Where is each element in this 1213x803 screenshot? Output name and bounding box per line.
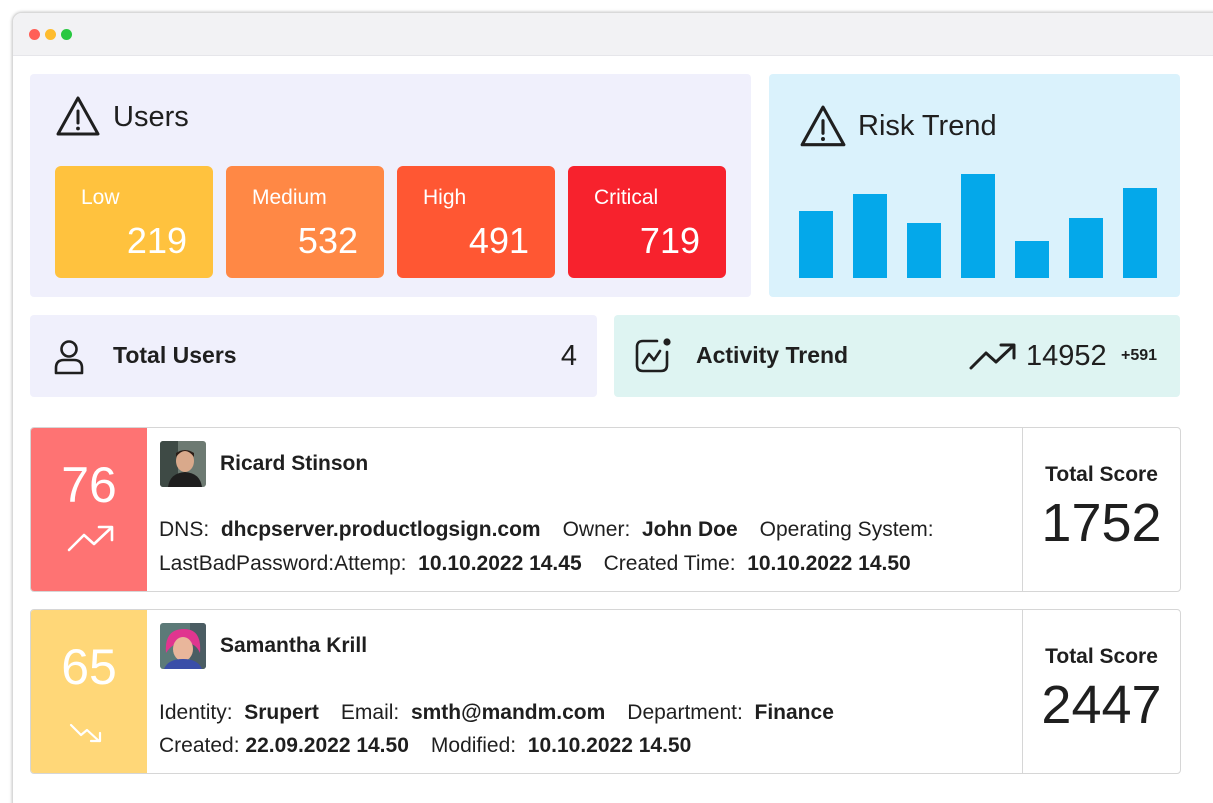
severity-label: High [423, 186, 467, 209]
severity-label: Low [81, 186, 120, 209]
user-details-line-1: Identity: Srupert Email: smth@mandm.com De… [159, 701, 834, 725]
maximize-window-button[interactable] [61, 29, 72, 40]
risk-trend-bar [1123, 188, 1157, 278]
detail-value: Srupert [244, 701, 319, 724]
user-details-line-1: DNS: dhcpserver.productlogsign.com Owner:… [159, 518, 945, 542]
user-details-line-2: Created: 22.09.2022 14.50 Modified: 10.10… [159, 734, 691, 758]
risk-score-box: 76 [31, 428, 147, 591]
risk-score: 76 [61, 457, 117, 513]
total-users-panel: Total Users 4 [30, 315, 597, 397]
activity-chart-icon [635, 338, 671, 373]
total-score-box: Total Score 1752 [1022, 428, 1180, 591]
risk-score: 65 [61, 639, 117, 695]
detail-value: 22.09.2022 14.50 [245, 734, 409, 757]
detail-key: Modified: [430, 734, 517, 757]
detail-key: Email: [340, 701, 400, 724]
severity-card-low[interactable]: Low 219 [55, 166, 213, 278]
risk-trend-bar [853, 194, 887, 278]
trending-up-icon [969, 343, 1016, 370]
detail-value: 10.10.2022 14.50 [747, 552, 911, 575]
trending-up-icon [67, 525, 114, 552]
detail-key: LastBadPassword:Attemp: [159, 552, 407, 575]
risk-score-box: 65 [31, 610, 147, 773]
user-card[interactable]: 76 Ricard Stinson DNS: dhcpserver.produc… [30, 427, 1181, 592]
activity-trend-label: Activity Trend [696, 342, 849, 368]
minimize-window-button[interactable] [45, 29, 56, 40]
users-panel: Users Low 219 Medium 532 High 491 Critic… [30, 74, 751, 297]
total-score-value: 1752 [1041, 493, 1162, 553]
detail-value: John Doe [641, 518, 738, 541]
total-users-value: 4 [560, 340, 577, 372]
users-title: Users [113, 101, 189, 133]
user-details-line-2: LastBadPassword:Attemp: 10.10.2022 14.45… [159, 552, 911, 576]
risk-trend-panel: Risk Trend [769, 74, 1180, 297]
total-score-label: Total Score [1045, 463, 1158, 486]
detail-key: Department: [627, 701, 743, 724]
total-score-box: Total Score 2447 [1022, 610, 1180, 773]
detail-key: Identity: [159, 701, 233, 724]
title-bar [13, 13, 1213, 56]
detail-value: smth@mandm.com [410, 701, 606, 724]
risk-trend-bar [799, 211, 833, 278]
risk-trend-bar [1069, 218, 1103, 278]
total-score-value: 2447 [1041, 675, 1162, 735]
severity-label: Medium [252, 186, 327, 209]
risk-trend-bar [1015, 241, 1049, 278]
activity-trend-value: 14952 [1026, 340, 1107, 372]
trending-down-icon [69, 723, 102, 743]
risk-trend-chart [769, 74, 1180, 297]
severity-value: 219 [126, 220, 187, 261]
user-name: Ricard Stinson [220, 452, 369, 475]
detail-key: Created Time: [603, 552, 736, 575]
severity-card-high[interactable]: High 491 [397, 166, 555, 278]
warning-icon [56, 96, 100, 136]
user-name: Samantha Krill [220, 634, 368, 657]
close-window-button[interactable] [29, 29, 40, 40]
activity-trend-delta: +591 [1121, 347, 1158, 364]
risk-trend-bar [961, 174, 995, 278]
total-users-label: Total Users [113, 342, 237, 368]
activity-trend-panel: Activity Trend 14952 +591 [614, 315, 1180, 397]
severity-value: 532 [297, 220, 358, 261]
detail-value: 10.10.2022 14.50 [527, 734, 692, 757]
severity-value: 719 [639, 220, 700, 261]
severity-card-critical[interactable]: Critical 719 [568, 166, 726, 278]
risk-trend-bar [907, 223, 941, 278]
total-score-label: Total Score [1045, 645, 1158, 668]
detail-key: Owner: [562, 518, 631, 541]
detail-value: dhcpserver.productlogsign.com [220, 518, 541, 541]
severity-value: 491 [468, 220, 529, 261]
severity-card-medium[interactable]: Medium 532 [226, 166, 384, 278]
detail-key: Operating System: [759, 518, 934, 541]
user-card[interactable]: 65 Samantha Krill Identity: Srupert Email… [30, 609, 1181, 774]
detail-key: Created: [159, 734, 240, 757]
user-icon [54, 340, 84, 375]
severity-label: Critical [594, 186, 659, 209]
detail-key: DNS: [159, 518, 210, 541]
detail-value: 10.10.2022 14.45 [418, 552, 582, 575]
avatar [160, 623, 206, 669]
detail-value: Finance [754, 701, 834, 724]
avatar [160, 441, 206, 487]
